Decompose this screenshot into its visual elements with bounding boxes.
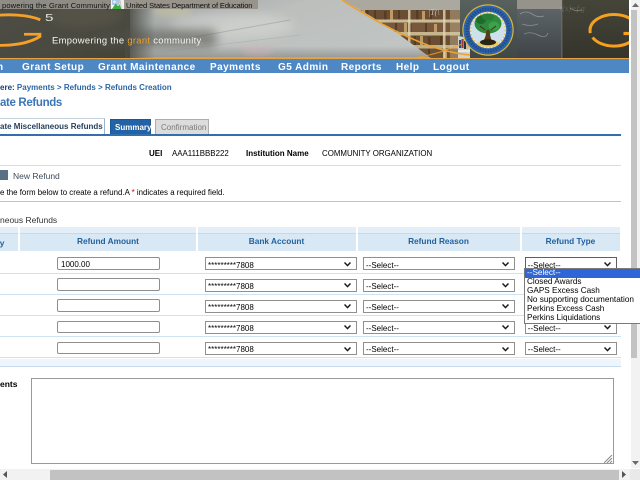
svg-text:t(x)=f·g: t(x)=f·g (560, 4, 585, 13)
svg-text:|T(\: |T(\ (428, 8, 440, 17)
svg-text:5: 5 (45, 12, 54, 24)
svg-text:Empowering the grant community: Empowering the grant community. (52, 35, 204, 46)
